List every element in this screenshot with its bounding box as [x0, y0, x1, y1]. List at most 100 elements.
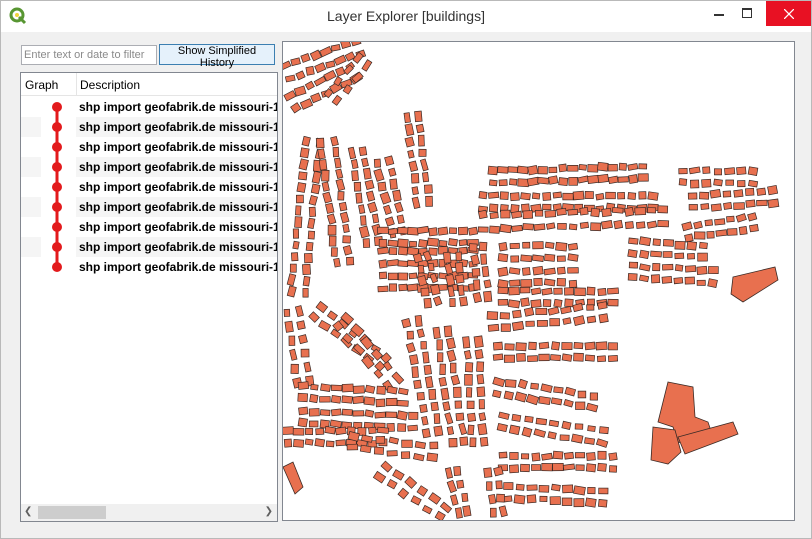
building: [587, 164, 599, 173]
building: [334, 66, 346, 77]
building: [385, 397, 398, 407]
building: [420, 341, 427, 350]
building: [378, 239, 388, 248]
building: [520, 297, 530, 307]
building: [572, 315, 586, 326]
building: [533, 277, 543, 287]
building: [385, 411, 398, 419]
graph-node: [52, 182, 62, 192]
building: [396, 410, 408, 421]
building: [573, 352, 584, 362]
building: [283, 438, 293, 448]
horizontal-scrollbar[interactable]: ❮ ❯: [21, 504, 277, 521]
building: [693, 231, 706, 240]
building: [535, 417, 548, 426]
building: [541, 452, 553, 461]
building: [297, 381, 310, 390]
building: [530, 299, 542, 308]
building: [346, 256, 355, 266]
building: [526, 176, 540, 187]
history-row-description: shp import geofabrik.de missouri-15: [76, 237, 277, 257]
building: [442, 251, 452, 264]
graph-node: [52, 242, 62, 252]
history-list[interactable]: Graph Description shp import geofabrik.d…: [20, 72, 278, 522]
building: [438, 283, 448, 291]
building: [421, 415, 429, 426]
building: [477, 226, 489, 233]
maximize-button[interactable]: [732, 1, 762, 26]
map-canvas[interactable]: [282, 41, 795, 521]
building: [428, 388, 437, 400]
building: [578, 164, 587, 171]
building: [520, 453, 530, 460]
building: [427, 237, 439, 247]
building: [325, 60, 336, 69]
building: [332, 146, 340, 158]
building: [469, 437, 477, 448]
building: [386, 478, 398, 490]
scroll-left-icon[interactable]: ❮: [24, 506, 32, 517]
column-header-graph[interactable]: Graph: [25, 78, 58, 92]
building: [328, 235, 337, 247]
building: [483, 279, 492, 289]
building: [520, 279, 533, 288]
building: [298, 406, 309, 416]
building: [449, 298, 456, 307]
building: [423, 364, 432, 375]
building: [295, 70, 306, 81]
filter-input[interactable]: [21, 45, 157, 65]
building: [590, 207, 601, 218]
building: [308, 408, 320, 417]
building: [586, 304, 595, 311]
building: [414, 110, 423, 123]
building: [595, 193, 605, 201]
building: [507, 166, 519, 173]
building: [403, 112, 411, 124]
building: [283, 308, 291, 317]
building: [545, 222, 556, 230]
building: [573, 485, 586, 496]
building: [628, 237, 639, 245]
building: [688, 204, 698, 211]
building: [662, 251, 673, 258]
buildings-map[interactable]: [283, 42, 794, 520]
building: [421, 428, 431, 439]
building: [693, 220, 703, 230]
column-divider[interactable]: [76, 73, 77, 95]
building: [532, 241, 544, 250]
building: [382, 360, 393, 372]
building: [408, 272, 418, 280]
building: [302, 275, 311, 287]
building: [304, 80, 315, 91]
building: [586, 452, 596, 461]
column-header-description[interactable]: Description: [80, 78, 140, 92]
building: [543, 267, 556, 276]
building: [377, 181, 387, 192]
show-simplified-history-button[interactable]: Show Simplified History: [159, 44, 275, 69]
building: [531, 192, 541, 200]
building: [598, 499, 608, 508]
building: [330, 135, 339, 147]
close-button[interactable]: [766, 1, 811, 26]
building: [516, 353, 526, 362]
building: [552, 462, 564, 472]
building: [480, 253, 488, 265]
scroll-right-icon[interactable]: ❯: [265, 506, 273, 517]
building: [444, 412, 454, 425]
building: [298, 334, 308, 345]
building-footprints: [283, 42, 780, 520]
building: [380, 352, 392, 364]
building: [377, 226, 389, 234]
title-bar[interactable]: Layer Explorer [buildings]: [1, 1, 811, 32]
building: [304, 427, 314, 435]
minimize-button[interactable]: [704, 1, 734, 26]
building: [417, 264, 425, 274]
building: [562, 317, 572, 325]
building: [500, 209, 511, 219]
building: [404, 476, 418, 489]
building: [568, 177, 578, 186]
scrollbar-thumb[interactable]: [38, 506, 106, 519]
building: [533, 223, 546, 231]
building: [674, 252, 685, 260]
building: [508, 286, 520, 296]
